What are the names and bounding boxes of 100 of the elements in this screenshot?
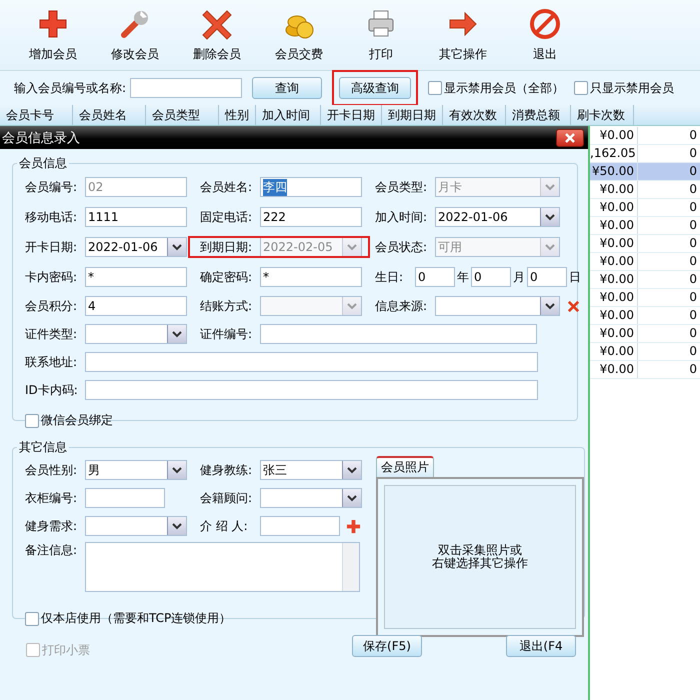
input-field[interactable]: 0 [527, 267, 567, 287]
dropdown[interactable]: 男 [85, 460, 187, 480]
column-header[interactable]: 会员类型 [146, 105, 219, 125]
plus-icon[interactable] [346, 518, 361, 534]
wrench-icon [119, 8, 151, 40]
column-header[interactable]: 加入时间 [256, 105, 321, 125]
column-header[interactable]: 会员姓名 [73, 105, 146, 125]
column-header[interactable]: 消费总额 [506, 105, 571, 125]
toolbar-button[interactable]: 增加会员 [12, 4, 94, 70]
table-row[interactable]: ¥0.00 0 [590, 199, 700, 217]
column-header[interactable]: 有效次数 [443, 105, 506, 125]
table-cell: ¥0.00 [590, 127, 638, 144]
toolbar-button[interactable]: 修改会员 [94, 4, 176, 70]
window-title: 会员信息录入 [1, 130, 80, 146]
exit-button[interactable]: 退出(F4 [506, 635, 576, 657]
photo-hint: 右键选择其它操作 [432, 557, 528, 570]
toolbar-button[interactable]: 退出 [504, 4, 586, 70]
unit-label: 日 [569, 268, 581, 286]
column-header[interactable]: 会员卡号 [0, 105, 73, 125]
input-field[interactable]: 4 [85, 296, 187, 316]
notes-field[interactable] [85, 542, 360, 592]
field-label: 会籍顾问: [200, 490, 254, 506]
table-cell: ¥0.00 [590, 253, 638, 270]
dropdown[interactable] [435, 296, 560, 316]
field-label: 结账方式: [200, 298, 254, 314]
toolbar-button[interactable]: 会员交费 [258, 4, 340, 70]
field-label: 信息来源: [375, 298, 428, 314]
column-header[interactable]: 性别 [219, 105, 256, 125]
input-field[interactable] [85, 488, 165, 508]
table-row[interactable]: ¥0.00 0 [590, 343, 700, 361]
table-row[interactable]: ¥0.00 0 [590, 307, 700, 325]
table-row[interactable]: ¥0.00 0 [590, 127, 700, 145]
close-button[interactable] [556, 128, 584, 146]
input-field[interactable]: 222 [260, 207, 362, 227]
checkbox[interactable] [428, 81, 442, 95]
toolbar-button[interactable]: 打印 [340, 4, 422, 70]
input-field[interactable]: * [85, 267, 187, 287]
table-cell-text: 0 [688, 289, 698, 306]
checkbox[interactable] [25, 414, 39, 428]
field-label: 固定电话: [200, 208, 254, 226]
table-cell-text: 0 [688, 163, 698, 180]
input-field[interactable]: * [260, 267, 362, 287]
checkbox-label: 打印小票 [42, 642, 90, 658]
table-cell: ¥0.00 [590, 325, 638, 342]
save-button[interactable]: 保存(F5) [352, 635, 422, 657]
dropdown[interactable]: 2022-01-06 [85, 237, 187, 257]
input-field[interactable] [85, 380, 538, 400]
input-field[interactable]: 李四 [260, 177, 362, 197]
input-field[interactable]: 1111 [85, 207, 187, 227]
scrollbar[interactable] [342, 543, 359, 591]
input-field[interactable] [85, 352, 538, 372]
input-field[interactable]: 0 [415, 267, 455, 287]
photo-tab[interactable]: 会员照片 [376, 456, 434, 477]
dropdown[interactable] [85, 516, 187, 536]
toolbar-button[interactable]: 删除会员 [176, 4, 258, 70]
field-label: 备注信息: [25, 542, 78, 559]
table-cell: ¥0.00 [590, 307, 638, 324]
column-header[interactable]: 到期日期 [382, 105, 443, 125]
input-field[interactable]: 0 [471, 267, 511, 287]
checkbox-label: 仅本店使用（需要和TCP连锁使用） [41, 610, 232, 627]
table-row[interactable]: ¥0.00 0 [590, 253, 700, 271]
table-row[interactable]: ¥0.00 0 [590, 271, 700, 289]
table-row[interactable]: ¥50.00 0 [590, 163, 700, 181]
checkbox[interactable] [25, 612, 39, 626]
dropdown[interactable] [260, 488, 362, 508]
table-cell-text: 0 [688, 217, 698, 234]
dropdown[interactable]: 张三 [260, 460, 362, 480]
column-header[interactable]: 开卡日期 [321, 105, 382, 125]
field-label: ID卡内码: [25, 382, 79, 398]
table-row[interactable]: ¥0.00 0 [590, 181, 700, 199]
column-header[interactable]: 刷卡次数 [571, 105, 634, 125]
dropdown[interactable]: 2022-01-06 [435, 207, 560, 227]
field-label: 健身需求: [25, 518, 78, 534]
table-cell: ¥0.00 [590, 181, 638, 198]
input-field[interactable] [260, 516, 340, 536]
group-title: 会员信息 [18, 155, 68, 172]
checkbox[interactable] [574, 81, 588, 95]
group-title: 其它信息 [18, 439, 68, 456]
table-cell-text: 0 [688, 181, 698, 198]
advanced-query-button[interactable]: 高级查询 [339, 77, 412, 99]
table-cell-text: 0 [688, 271, 698, 288]
table-cell: ,162.05 [590, 145, 638, 162]
input-field[interactable] [260, 324, 537, 344]
table-cell: ¥0.00 [590, 289, 638, 306]
table-row[interactable]: ¥0.00 0 [590, 217, 700, 235]
table-row[interactable]: ¥0.00 0 [590, 325, 700, 343]
table-row[interactable]: ¥0.00 0 [590, 361, 700, 379]
table-cell: ¥0.00 [590, 361, 638, 378]
search-field[interactable] [130, 78, 242, 98]
dropdown[interactable] [85, 324, 187, 344]
photo-panel[interactable]: 双击采集照片或 右键选择其它操作 [376, 477, 584, 637]
delete-icon[interactable] [566, 298, 581, 314]
field-label: 移动电话: [25, 208, 78, 226]
table-row[interactable]: ¥0.00 0 [590, 289, 700, 307]
table-row[interactable]: ¥0.00 0 [590, 235, 700, 253]
toolbar-button[interactable]: 其它操作 [422, 4, 504, 70]
checkbox-label: 只显示禁用会员 [590, 80, 674, 96]
field-label: 开卡日期: [25, 238, 78, 256]
field-label: 会员编号: [25, 178, 78, 196]
query-button[interactable]: 查询 [252, 77, 322, 99]
